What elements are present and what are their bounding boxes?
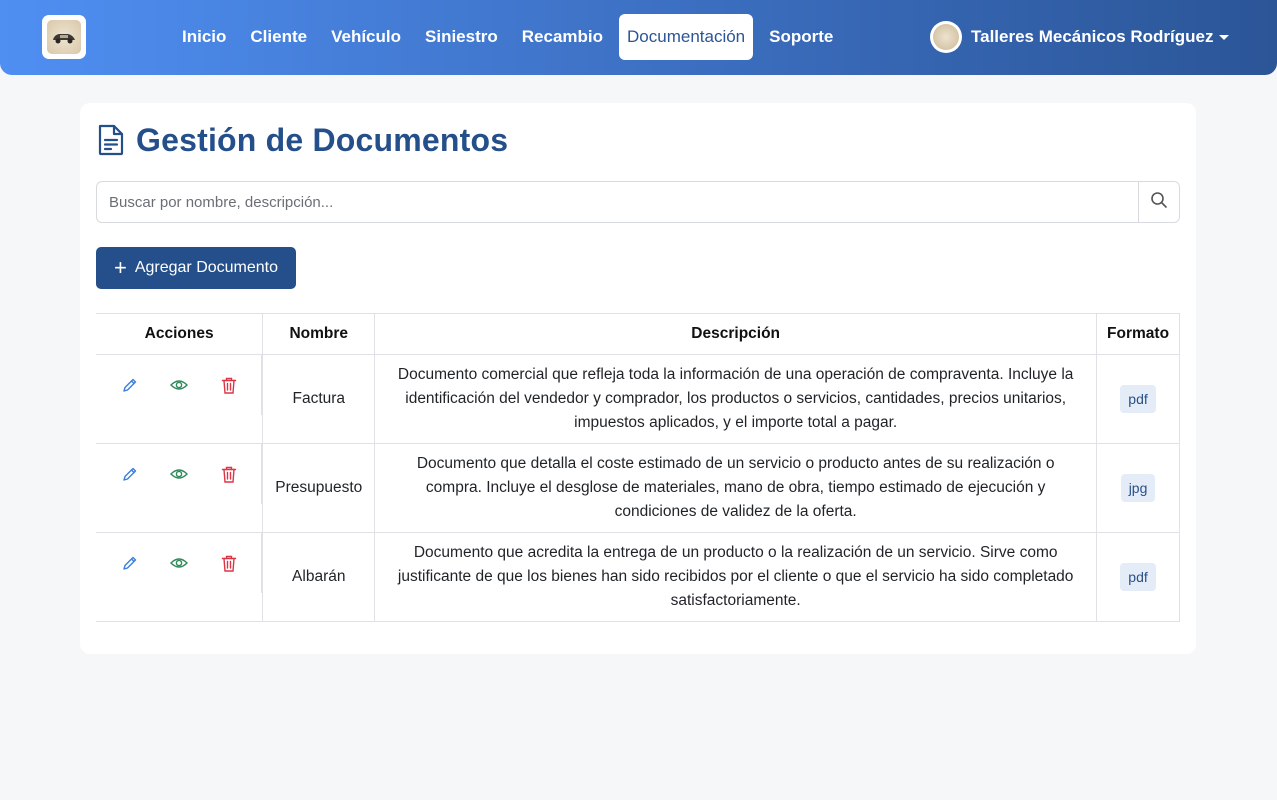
documents-table: Acciones Nombre Descripción Formato Fact… [96,313,1180,622]
header-actions: Acciones [96,313,264,355]
cell-description: Documento que acredita la entrega de un … [374,532,1098,622]
cell-description: Documento comercial que refleja toda la … [374,354,1098,444]
cell-name: Albarán [262,532,376,622]
cell-format: pdf [1096,532,1180,622]
cell-format: pdf [1096,354,1180,444]
edit-pencil-icon[interactable] [116,371,144,399]
cell-name: Presupuesto [262,443,376,533]
search-bar [96,181,1180,223]
page-title: Gestión de Documentos [136,121,509,158]
delete-trash-icon[interactable] [215,460,243,488]
search-icon [1150,191,1168,214]
table-row: Albarán Documento que acredita la entreg… [96,532,1180,622]
edit-pencil-icon[interactable] [116,549,144,577]
nav-link-vehiculo[interactable]: Vehículo [319,14,413,60]
brand-logo[interactable] [42,15,86,59]
car-logo-icon [47,20,81,54]
row-actions [96,532,264,622]
format-badge: pdf [1120,385,1156,413]
header-format: Formato [1096,313,1180,355]
header-name: Nombre [262,313,376,355]
table-row: Presupuesto Documento que detalla el cos… [96,443,1180,533]
search-button[interactable] [1138,181,1180,223]
delete-trash-icon[interactable] [215,371,243,399]
user-menu[interactable]: Talleres Mecánicos Rodríguez [930,21,1230,53]
edit-pencil-icon[interactable] [116,460,144,488]
nav-link-siniestro[interactable]: Siniestro [413,14,510,60]
format-badge: jpg [1120,474,1156,502]
nav-link-inicio[interactable]: Inicio [170,14,238,60]
nav-link-recambio[interactable]: Recambio [510,14,615,60]
view-eye-icon[interactable] [165,371,193,399]
table-row: Factura Documento comercial que refleja … [96,354,1180,444]
avatar [930,21,962,53]
nav-link-soporte[interactable]: Soporte [757,14,845,60]
main-nav: Inicio Cliente Vehículo Siniestro Recamb… [170,14,845,60]
nav-link-documentacion[interactable]: Documentación [619,14,754,60]
add-document-button[interactable]: + Agregar Documento [96,247,296,289]
table-header-row: Acciones Nombre Descripción Formato [96,313,1180,355]
user-name: Talleres Mecánicos Rodríguez [971,27,1214,46]
view-eye-icon[interactable] [165,549,193,577]
caret-down-icon [1219,34,1230,40]
page-header: Gestión de Documentos [96,120,508,160]
format-badge: pdf [1120,563,1156,591]
document-icon [96,123,126,157]
top-navbar: Inicio Cliente Vehículo Siniestro Recamb… [0,0,1277,75]
documents-card: Gestión de Documentos + Agregar Document… [80,103,1196,654]
plus-icon: + [113,255,127,280]
cell-name: Factura [262,354,376,444]
header-description: Descripción [374,313,1098,355]
search-input[interactable] [96,181,1138,223]
cell-format: jpg [1096,443,1180,533]
nav-link-cliente[interactable]: Cliente [238,14,319,60]
row-actions [96,443,264,533]
add-document-label: Agregar Documento [134,259,279,276]
row-actions [96,354,264,444]
cell-description: Documento que detalla el coste estimado … [374,443,1098,533]
view-eye-icon[interactable] [165,460,193,488]
delete-trash-icon[interactable] [215,549,243,577]
